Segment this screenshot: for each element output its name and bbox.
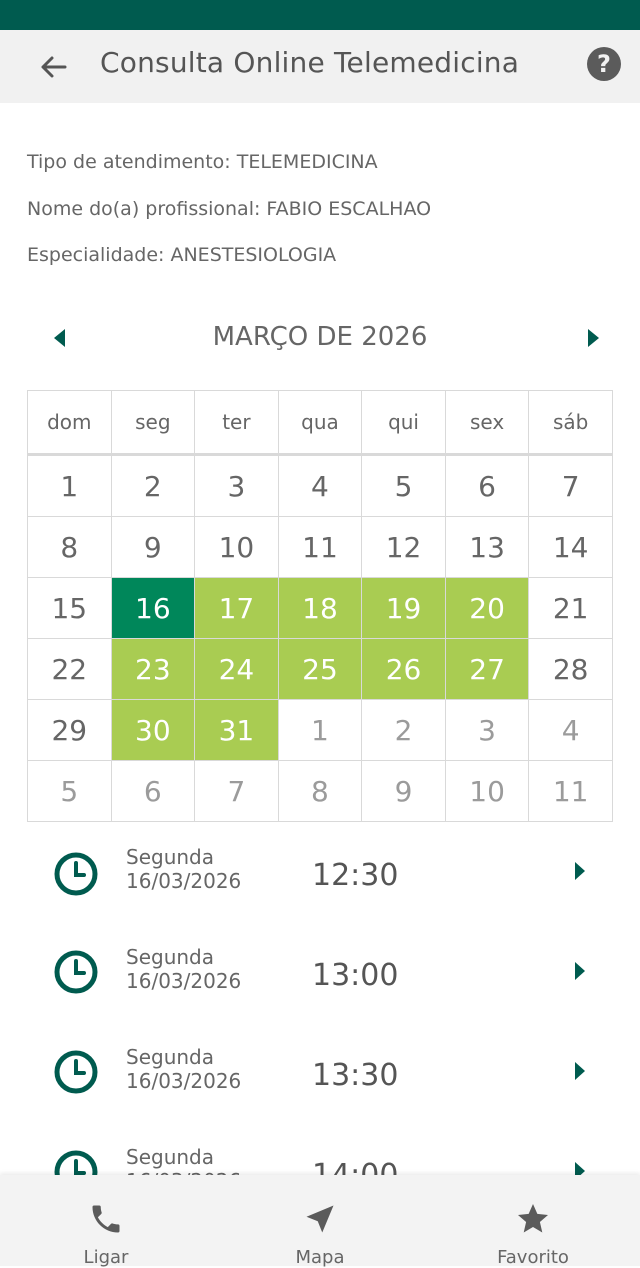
calendar-day-available[interactable]: 19: [361, 577, 446, 639]
slot-weekday: Segunda: [126, 1145, 214, 1169]
calendar-day: 13: [444, 516, 530, 578]
calendar-day: 9: [110, 516, 196, 578]
calendar-day-available[interactable]: 20: [444, 577, 530, 639]
calendar-day: 6: [444, 454, 530, 517]
nav-favorite[interactable]: Favorito: [463, 1175, 603, 1268]
calendar-day-available[interactable]: 26: [361, 638, 446, 700]
calendar-day-next-month: 3: [444, 699, 530, 761]
calendar-day: 2: [110, 454, 196, 517]
calendar-day-next-month: 8: [277, 760, 363, 822]
calendar-day-next-month: 10: [444, 760, 530, 822]
slot-weekday: Segunda: [126, 945, 214, 969]
calendar-day: 7: [528, 454, 613, 517]
calendar-week: 5 6 7 8 9 10 11: [27, 760, 613, 822]
calendar-day-available[interactable]: 27: [444, 638, 530, 700]
time-slot-row[interactable]: Segunda 16/03/2026 12:30: [0, 826, 640, 926]
bottom-navigation: Ligar Mapa Favorito: [0, 1175, 640, 1268]
calendar-day-available[interactable]: 18: [277, 577, 363, 639]
service-type: Tipo de atendimento: TELEMEDICINA: [27, 151, 378, 173]
calendar-day: 5: [361, 454, 446, 517]
weekday-label: sáb: [528, 390, 613, 456]
calendar-day-available[interactable]: 24: [194, 638, 279, 700]
weekday-label: sex: [444, 390, 530, 456]
page-title: Consulta Online Telemedicina: [100, 46, 520, 79]
calendar-day: 11: [277, 516, 363, 578]
next-month-icon[interactable]: [583, 326, 603, 350]
calendar-day: 22: [27, 638, 112, 700]
slot-time: 13:30: [312, 1058, 399, 1093]
weekday-label: ter: [194, 390, 279, 456]
specialty: Especialidade: ANESTESIOLOGIA: [27, 244, 337, 266]
calendar-day: 8: [27, 516, 112, 578]
chevron-right-icon: [575, 1062, 585, 1080]
calendar-day-next-month: 6: [110, 760, 196, 822]
calendar-day: 10: [194, 516, 279, 578]
calendar-day-next-month: 2: [361, 699, 446, 761]
weekday-label: dom: [27, 390, 112, 456]
time-slot-row[interactable]: Segunda 16/03/2026 13:00: [0, 926, 640, 1026]
calendar-week: 8 9 10 11 12 13 14: [27, 516, 613, 578]
calendar-week: 22 23 24 25 26 27 28: [27, 638, 613, 700]
calendar-day-available[interactable]: 17: [194, 577, 279, 639]
weekday-label: qui: [361, 390, 446, 456]
nav-map[interactable]: Mapa: [250, 1175, 390, 1268]
slot-weekday: Segunda: [126, 845, 214, 869]
calendar-day: 14: [528, 516, 613, 578]
nav-map-label: Mapa: [295, 1247, 345, 1268]
calendar-day: 15: [27, 577, 112, 639]
calendar-day-next-month: 1: [277, 699, 363, 761]
clock-icon: [54, 1050, 98, 1094]
back-arrow-icon[interactable]: [34, 48, 72, 86]
clock-icon: [54, 950, 98, 994]
clock-icon: [54, 852, 98, 896]
star-icon: [518, 1204, 548, 1233]
calendar-day: 21: [528, 577, 613, 639]
calendar-day: 3: [194, 454, 279, 517]
chevron-right-icon: [575, 962, 585, 980]
calendar-day: 1: [27, 454, 112, 517]
phone-icon: [92, 1205, 120, 1233]
app-bar: Consulta Online Telemedicina ?: [0, 30, 640, 103]
calendar-week: 15 16 17 18 19 20 21: [27, 577, 613, 639]
help-icon[interactable]: ?: [587, 47, 621, 81]
calendar-day: 28: [528, 638, 613, 700]
calendar-day-next-month: 9: [361, 760, 446, 822]
calendar-day-available[interactable]: 23: [110, 638, 196, 700]
status-bar: [0, 0, 640, 30]
calendar-day-next-month: 7: [194, 760, 279, 822]
nav-call-label: Ligar: [83, 1247, 129, 1268]
slot-time: 13:00: [312, 958, 399, 993]
calendar-day: 12: [361, 516, 446, 578]
professional-name: Nome do(a) profissional: FABIO ESCALHAO: [27, 198, 432, 220]
nav-call[interactable]: Ligar: [36, 1175, 176, 1268]
weekday-label: qua: [277, 390, 363, 456]
calendar-week: 1 2 3 4 5 6 7: [27, 454, 613, 517]
slot-date: 16/03/2026: [126, 1069, 242, 1093]
chevron-right-icon: [575, 862, 585, 880]
calendar-day: 4: [277, 454, 363, 517]
calendar-day-available[interactable]: 30: [110, 699, 196, 761]
month-title: MARÇO DE 2026: [212, 322, 428, 352]
calendar-day-available[interactable]: 25: [277, 638, 363, 700]
calendar-day-available[interactable]: 31: [194, 699, 279, 761]
calendar-day-selected[interactable]: 16: [110, 577, 196, 639]
calendar-grid: dom seg ter qua qui sex sáb 1 2 3 4 5 6 …: [27, 390, 613, 822]
calendar-day-next-month: 5: [27, 760, 112, 822]
slot-time: 12:30: [312, 858, 399, 893]
weekday-header: dom seg ter qua qui sex sáb: [27, 390, 613, 456]
calendar-day-next-month: 11: [528, 760, 613, 822]
nav-favorite-label: Favorito: [497, 1247, 569, 1268]
navigation-arrow-icon: [306, 1205, 334, 1233]
time-slot-row[interactable]: Segunda 16/03/2026 13:30: [0, 1026, 640, 1126]
calendar-week: 29 30 31 1 2 3 4: [27, 699, 613, 761]
slot-date: 16/03/2026: [126, 969, 242, 993]
calendar-day-next-month: 4: [528, 699, 613, 761]
previous-month-icon[interactable]: [50, 326, 70, 350]
slot-date: 16/03/2026: [126, 869, 242, 893]
slot-weekday: Segunda: [126, 1045, 214, 1069]
calendar-day: 29: [27, 699, 112, 761]
weekday-label: seg: [110, 390, 196, 456]
